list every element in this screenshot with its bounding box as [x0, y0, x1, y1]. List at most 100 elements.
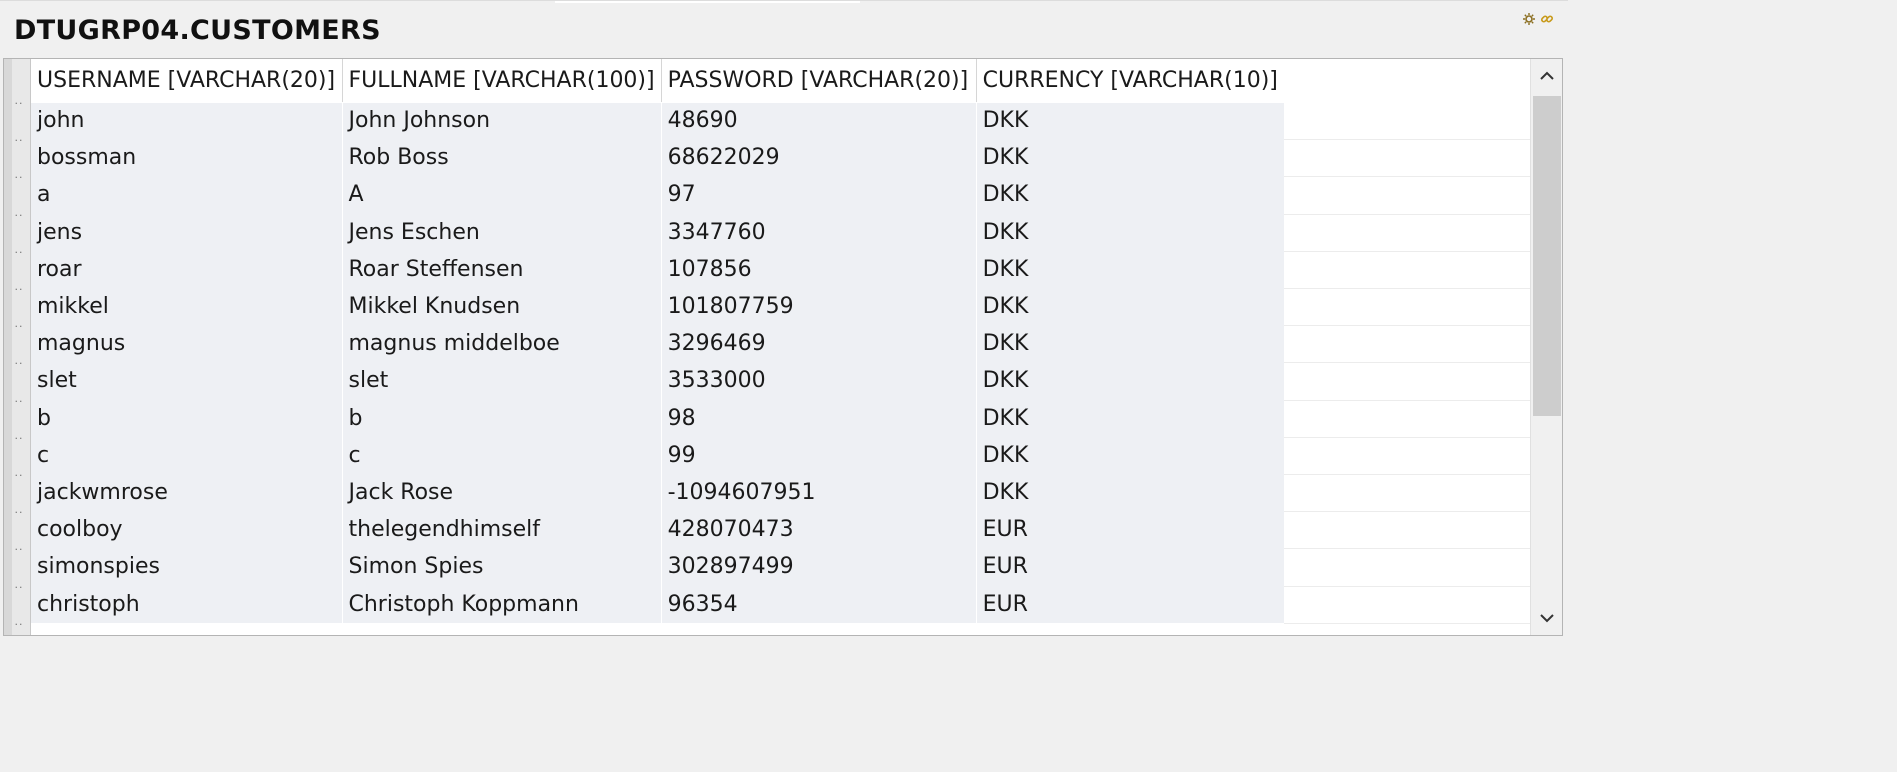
table-row[interactable]: jackwmrose Jack Rose -1094607951 DKK [31, 473, 1285, 512]
scroll-thumb[interactable] [1533, 96, 1561, 416]
cell-password[interactable]: 3296469 [661, 325, 977, 363]
cell-password[interactable]: 3533000 [661, 362, 977, 400]
row-handle[interactable]: ·· [12, 433, 26, 444]
row-handle[interactable]: ·· [12, 507, 26, 518]
cell-fullname[interactable]: thelegendhimself [342, 511, 662, 549]
table-row[interactable]: b b 98 DKK [31, 399, 1285, 437]
cell-username[interactable]: roar [31, 250, 343, 288]
cell-password[interactable]: 99 [661, 436, 977, 474]
cell-password[interactable]: 68622029 [661, 139, 977, 177]
cell-username[interactable]: magnus [31, 325, 343, 363]
table-row[interactable]: christoph Christoph Koppmann 96354 EUR [31, 585, 1285, 623]
row-gridline [1284, 511, 1530, 513]
cell-currency[interactable]: DKK [976, 250, 1285, 288]
cell-username[interactable]: jackwmrose [31, 473, 343, 512]
cell-currency[interactable]: DKK [976, 399, 1285, 437]
cell-currency[interactable]: DKK [976, 436, 1285, 474]
cell-password[interactable]: 48690 [661, 102, 977, 140]
table-row[interactable]: simonspies Simon Spies 302897499 EUR [31, 548, 1285, 586]
table-row[interactable]: slet slet 3533000 DKK [31, 362, 1285, 400]
row-gridline [1284, 213, 1530, 215]
row-handle[interactable]: ·· [12, 582, 26, 593]
cell-password[interactable]: -1094607951 [661, 473, 977, 512]
cell-username[interactable]: john [31, 102, 343, 140]
table-row[interactable]: mikkel Mikkel Knudsen 101807759 DKK [31, 287, 1285, 326]
cell-username[interactable]: simonspies [31, 548, 343, 586]
cell-username[interactable]: a [31, 176, 343, 214]
data-grid[interactable]: ·· ·· ·· ·· ·· ·· ·· ·· ·· ·· ·· ·· ·· ·· ·· USERNAME … [3, 58, 1563, 636]
cell-currency[interactable]: EUR [976, 585, 1285, 623]
cell-currency[interactable]: DKK [976, 473, 1285, 512]
cell-fullname[interactable]: c [342, 436, 662, 474]
row-handle[interactable]: ·· [12, 210, 26, 221]
table-row[interactable]: jens Jens Eschen 3347760 DKK [31, 213, 1285, 251]
link-icon[interactable] [1540, 12, 1554, 26]
column-header-password[interactable]: PASSWORD [VARCHAR(20)] [661, 59, 977, 103]
column-header-fullname[interactable]: FULLNAME [VARCHAR(100)] [342, 59, 662, 103]
cell-password[interactable]: 98 [661, 399, 977, 437]
cell-fullname[interactable]: Roar Steffensen [342, 250, 662, 288]
table-row[interactable]: magnus magnus middelboe 3296469 DKK [31, 325, 1285, 363]
cell-fullname[interactable]: slet [342, 362, 662, 400]
cell-currency[interactable]: DKK [976, 362, 1285, 400]
row-handle[interactable]: ·· [12, 247, 26, 258]
scroll-up-button[interactable] [1531, 59, 1562, 93]
row-handle[interactable]: ·· [12, 98, 26, 109]
column-header-currency[interactable]: CURRENCY [VARCHAR(10)] [976, 59, 1285, 103]
cell-username[interactable]: mikkel [31, 287, 343, 326]
row-handle[interactable]: ·· [12, 619, 26, 630]
cell-fullname[interactable]: Jens Eschen [342, 213, 662, 251]
cell-fullname[interactable]: magnus middelboe [342, 325, 662, 363]
cell-username[interactable]: jens [31, 213, 343, 251]
cell-currency[interactable]: DKK [976, 176, 1285, 214]
row-handle[interactable]: ·· [12, 321, 26, 332]
row-handle[interactable]: ·· [12, 470, 26, 481]
row-handle[interactable]: ·· [12, 544, 26, 555]
cell-password[interactable]: 302897499 [661, 548, 977, 586]
table-row[interactable]: bossman Rob Boss 68622029 DKK [31, 139, 1285, 177]
settings-icon[interactable] [1522, 12, 1536, 26]
cell-currency[interactable]: DKK [976, 213, 1285, 251]
scroll-down-button[interactable] [1531, 601, 1562, 635]
cell-fullname[interactable]: Mikkel Knudsen [342, 287, 662, 326]
cell-username[interactable]: bossman [31, 139, 343, 177]
table-row[interactable]: john John Johnson 48690 DKK [31, 102, 1285, 140]
row-handle[interactable]: ·· [12, 284, 26, 295]
cell-currency[interactable]: DKK [976, 102, 1285, 140]
table-row[interactable]: coolboy thelegendhimself 428070473 EUR [31, 511, 1285, 549]
table-row[interactable]: a A 97 DKK [31, 176, 1285, 214]
cell-currency[interactable]: EUR [976, 511, 1285, 549]
cell-username[interactable]: b [31, 399, 343, 437]
row-header-column: ·· ·· ·· ·· ·· ·· ·· ·· ·· ·· ·· ·· ·· ·· ·· [4, 59, 31, 635]
cell-fullname[interactable]: b [342, 399, 662, 437]
cell-fullname[interactable]: Rob Boss [342, 139, 662, 177]
cell-currency[interactable]: EUR [976, 548, 1285, 586]
table-row[interactable]: c c 99 DKK [31, 436, 1285, 474]
cell-username[interactable]: christoph [31, 585, 343, 623]
cell-currency[interactable]: DKK [976, 325, 1285, 363]
cell-fullname[interactable]: Jack Rose [342, 473, 662, 512]
cell-fullname[interactable]: A [342, 176, 662, 214]
cell-password[interactable]: 101807759 [661, 287, 977, 326]
chevron-up-icon [1540, 71, 1554, 80]
row-handle[interactable]: ·· [12, 396, 26, 407]
cell-password[interactable]: 97 [661, 176, 977, 214]
cell-currency[interactable]: DKK [976, 287, 1285, 326]
cell-fullname[interactable]: John Johnson [342, 102, 662, 140]
cell-username[interactable]: coolboy [31, 511, 343, 549]
cell-username[interactable]: slet [31, 362, 343, 400]
cell-fullname[interactable]: Christoph Koppmann [342, 585, 662, 623]
row-handle[interactable]: ·· [12, 135, 26, 146]
cell-password[interactable]: 96354 [661, 585, 977, 623]
cell-fullname[interactable]: Simon Spies [342, 548, 662, 586]
cell-currency[interactable]: DKK [976, 139, 1285, 177]
cell-password[interactable]: 107856 [661, 250, 977, 288]
row-handle[interactable]: ·· [12, 358, 26, 369]
table-row[interactable]: roar Roar Steffensen 107856 DKK [31, 250, 1285, 288]
cell-password[interactable]: 428070473 [661, 511, 977, 549]
row-handle[interactable]: ·· [12, 172, 26, 183]
column-header-username[interactable]: USERNAME [VARCHAR(20)] [31, 59, 343, 103]
vertical-scrollbar[interactable] [1530, 59, 1562, 635]
cell-password[interactable]: 3347760 [661, 213, 977, 251]
cell-username[interactable]: c [31, 436, 343, 474]
